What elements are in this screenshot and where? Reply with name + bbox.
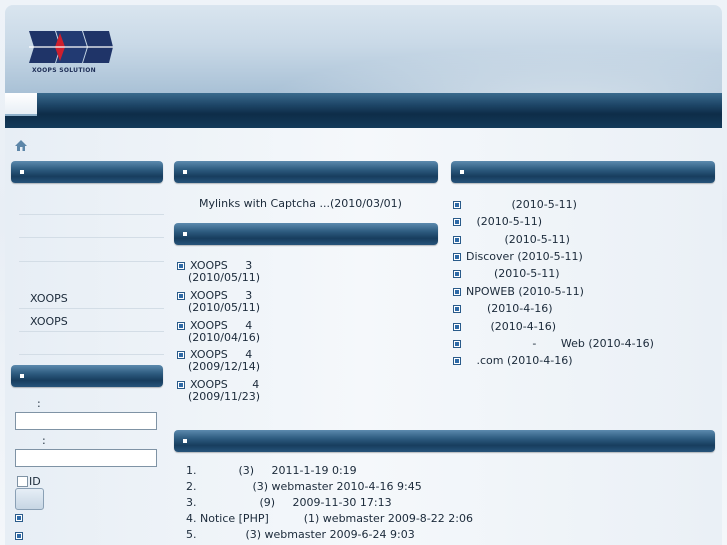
list-item-text: (2010-5-11)	[466, 215, 543, 228]
bullet-icon	[15, 532, 23, 540]
nav-home-tab[interactable]	[5, 93, 37, 115]
news-date: (2010/04/16)	[188, 331, 260, 344]
list-item[interactable]: .com (2010-4-16)	[453, 354, 573, 367]
menu-item-xoops[interactable]: XOOPS	[30, 315, 68, 328]
username-label: :	[37, 397, 41, 410]
main-navbar	[5, 93, 722, 128]
bullet-icon	[453, 201, 461, 209]
forum-item[interactable]: 4. Notice [PHP] (1) webmaster 2009-8-22 …	[186, 512, 473, 525]
list-item-text: (2010-5-11)	[466, 267, 560, 280]
bullet-icon	[453, 218, 461, 226]
page-frame: XOOPS SOLUTION XOOPS XOOPS : : ID Mylink…	[5, 5, 722, 545]
list-item[interactable]: (2010-5-11)	[453, 215, 542, 228]
bullet-icon	[177, 292, 185, 300]
remember-id-checkbox[interactable]	[17, 476, 28, 487]
bullet-icon	[453, 323, 461, 331]
login-button[interactable]	[15, 488, 44, 510]
bullet-icon	[177, 351, 185, 359]
forum-item-number: 5.	[186, 528, 197, 541]
list-item[interactable]: (2010-5-11)	[453, 233, 570, 246]
forum-item[interactable]: 5. (3) webmaster 2009-6-24 9:03	[186, 528, 415, 541]
list-item[interactable]: (2010-5-11)	[453, 267, 559, 280]
menu-separator	[19, 214, 164, 215]
login-link-register[interactable]	[15, 511, 28, 524]
login-block-header	[11, 365, 163, 387]
forum-item-text: (9) 2009-11-30 17:13	[200, 496, 392, 509]
bullet-icon	[177, 381, 185, 389]
forum-item-number: 3.	[186, 496, 197, 509]
forum-item-number: 2.	[186, 480, 197, 493]
list-item-text: (2010-5-11)	[466, 233, 570, 246]
password-input[interactable]	[15, 449, 157, 467]
news-date: (2010/05/11)	[188, 301, 260, 314]
menu-separator	[19, 354, 164, 355]
list-item[interactable]: NPOWEB (2010-5-11)	[453, 285, 584, 298]
bullet-icon	[453, 288, 461, 296]
bullet-icon	[177, 322, 185, 330]
login-link-lost-password[interactable]	[15, 529, 28, 542]
forum-item[interactable]: 2. (3) webmaster 2010-4-16 9:45	[186, 480, 422, 493]
home-breadcrumb-icon[interactable]	[13, 138, 29, 152]
list-item-text: (2010-4-16)	[466, 320, 556, 333]
forum-item-text: (3) webmaster 2009-6-24 9:03	[200, 528, 415, 541]
menu-separator	[19, 308, 164, 309]
list-item[interactable]: (2010-4-16)	[453, 302, 553, 315]
forum-item[interactable]: 1. (3) 2011-1-19 0:19	[186, 464, 357, 477]
forum-item-text: (3) 2011-1-19 0:19	[200, 464, 357, 477]
news-block-header	[174, 223, 438, 245]
list-item-text: NPOWEB (2010-5-11)	[466, 285, 584, 298]
remember-id-label: ID	[29, 475, 41, 488]
menu-separator	[19, 331, 164, 332]
list-item-text: (2010-4-16)	[466, 302, 553, 315]
left-menu-header	[11, 161, 163, 183]
news-date: (2009/12/14)	[188, 360, 260, 373]
bullet-icon	[453, 357, 461, 365]
list-item[interactable]: Discover (2010-5-11)	[453, 250, 583, 263]
menu-separator	[19, 237, 164, 238]
list-item-text: .com (2010-4-16)	[466, 354, 573, 367]
links-block-header	[174, 161, 438, 183]
menu-item-xoops[interactable]: XOOPS	[30, 292, 68, 305]
list-item-text: - Web (2010-4-16)	[466, 337, 654, 350]
password-label: :	[42, 434, 46, 447]
header-decoration	[205, 35, 722, 95]
list-item-text: Discover (2010-5-11)	[466, 250, 583, 263]
username-input[interactable]	[15, 412, 157, 430]
bullet-icon	[453, 270, 461, 278]
link-item[interactable]: Mylinks with Captcha ...(2010/03/01)	[199, 197, 402, 210]
list-item-text: (2010-5-11)	[466, 198, 577, 211]
site-header: XOOPS SOLUTION	[5, 5, 722, 95]
bullet-icon	[453, 305, 461, 313]
nav-divider	[5, 114, 37, 116]
bullet-icon	[453, 236, 461, 244]
bullet-icon	[453, 253, 461, 261]
bullet-icon	[15, 514, 23, 522]
news-date: (2010/05/11)	[188, 271, 260, 284]
logo-caption: XOOPS SOLUTION	[32, 67, 96, 74]
forum-item-text: (3) webmaster 2010-4-16 9:45	[200, 480, 422, 493]
bullet-icon	[177, 262, 185, 270]
menu-separator	[19, 261, 164, 262]
forum-item-text: Notice [PHP] (1) webmaster 2009-8-22 2:0…	[200, 512, 473, 525]
forum-item[interactable]: 3. (9) 2009-11-30 17:13	[186, 496, 392, 509]
list-item[interactable]: (2010-4-16)	[453, 320, 556, 333]
list-item[interactable]: (2010-5-11)	[453, 198, 577, 211]
right-list-header	[451, 161, 715, 183]
news-date: (2009/11/23)	[188, 390, 260, 403]
forum-item-number: 1.	[186, 464, 197, 477]
list-item[interactable]: - Web (2010-4-16)	[453, 337, 654, 350]
forum-item-number: 4.	[186, 512, 197, 525]
forum-block-header	[174, 430, 715, 452]
bullet-icon	[453, 340, 461, 348]
